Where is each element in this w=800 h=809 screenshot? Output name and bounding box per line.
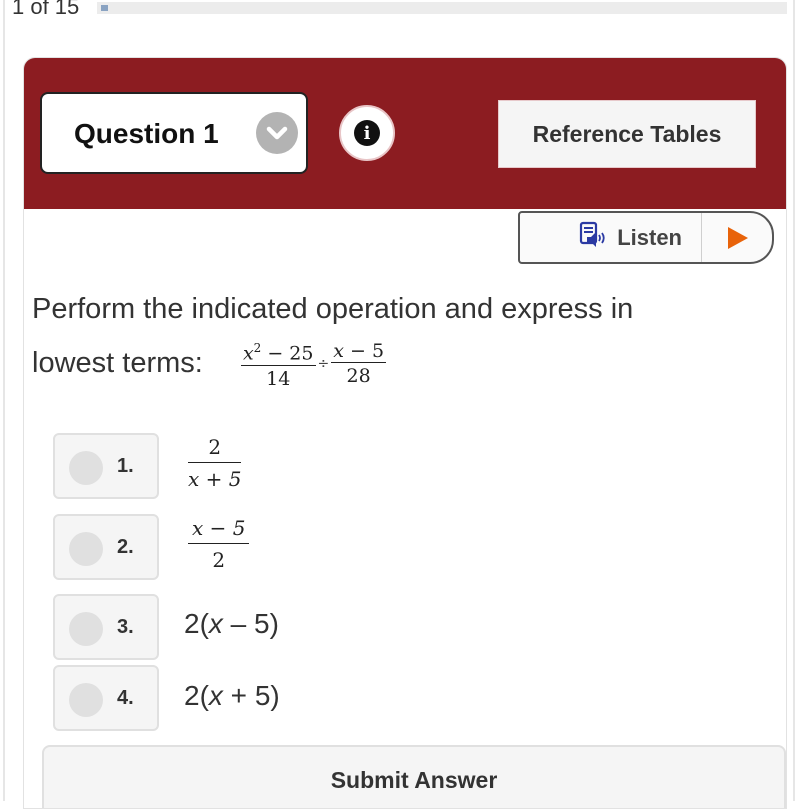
submit-answer-button[interactable]: Submit Answer (42, 745, 786, 808)
option-1-answer: 2 x + 5 (188, 432, 242, 495)
answer-fraction: x − 5 2 (188, 513, 250, 576)
option-3-button[interactable]: 3. (53, 594, 159, 660)
option-2-answer: x − 5 2 (188, 513, 250, 576)
answer-numerator: x − 5 (188, 513, 250, 544)
prompt-line-2: lowest terms: x2 − 25 14 ÷ x − 5 28 (32, 336, 772, 392)
right-denominator: 28 (346, 364, 371, 387)
option-number: 2. (117, 536, 134, 558)
question-card: Question 1 i Reference Tables Listen Per… (23, 57, 787, 809)
answer-numerator: 2 (188, 432, 242, 463)
right-scroll-border (793, 0, 795, 801)
option-4-answer: 2(x + 5) (184, 680, 280, 711)
info-icon: i (354, 120, 380, 146)
speaker-document-icon (579, 221, 607, 254)
reference-tables-button[interactable]: Reference Tables (498, 100, 756, 168)
question-header: Question 1 i Reference Tables (24, 58, 786, 209)
answer-denominator: x + 5 (188, 467, 242, 491)
radio-circle-icon[interactable] (69, 451, 103, 485)
listen-label: Listen (617, 224, 682, 250)
left-denominator: 14 (266, 367, 291, 390)
division-operator: ÷ (317, 356, 330, 373)
listen-divider (701, 213, 702, 262)
listen-control: Listen (518, 211, 774, 264)
option-4-button[interactable]: 4. (53, 665, 159, 731)
expression-right-fraction: x − 5 28 (331, 339, 387, 389)
listen-button[interactable]: Listen (520, 213, 702, 262)
progress-label: 1 of 15 (12, 0, 80, 19)
play-icon[interactable] (726, 226, 750, 255)
progress-bar (97, 2, 787, 14)
option-2-button[interactable]: 2. (53, 514, 159, 580)
question-select-label: Question 1 (74, 118, 219, 149)
radio-circle-icon[interactable] (69, 683, 103, 717)
question-prompt: Perform the indicated operation and expr… (32, 282, 772, 392)
prompt-lowest-terms: lowest terms: (32, 347, 203, 379)
answer-option-4[interactable]: 4. (53, 665, 161, 731)
progress-bar-fill (101, 5, 108, 11)
answer-option-1[interactable]: 1. (53, 433, 161, 499)
radio-circle-icon[interactable] (69, 612, 103, 646)
option-3-answer: 2(x – 5) (184, 608, 279, 639)
expression-left-fraction: x2 − 25 14 (240, 337, 316, 391)
answer-option-2[interactable]: 2. (53, 514, 161, 580)
answer-denominator: 2 (212, 548, 226, 572)
chevron-down-icon (256, 112, 298, 154)
left-border (3, 0, 5, 801)
option-number: 3. (117, 616, 134, 638)
question-select-dropdown[interactable]: Question 1 (40, 92, 308, 174)
left-numerator: x2 − 25 (240, 337, 316, 366)
answer-option-3[interactable]: 3. (53, 594, 161, 660)
option-number: 1. (117, 455, 134, 477)
info-button[interactable]: i (339, 105, 395, 161)
right-numerator: x − 5 (331, 339, 387, 363)
answer-fraction: 2 x + 5 (188, 432, 242, 495)
prompt-line-1: Perform the indicated operation and expr… (32, 293, 634, 325)
option-number: 4. (117, 687, 134, 709)
radio-circle-icon[interactable] (69, 532, 103, 566)
option-1-button[interactable]: 1. (53, 433, 159, 499)
